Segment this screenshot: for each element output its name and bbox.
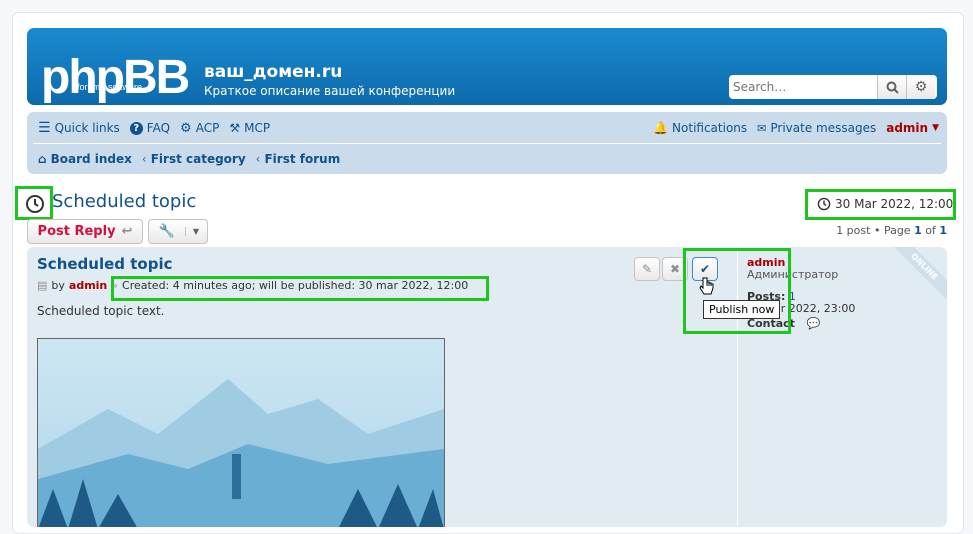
gear-icon: ⚙: [914, 79, 928, 95]
post-text: Scheduled topic text.: [37, 304, 165, 318]
site-description: Краткое описание вашей конференции: [204, 84, 456, 98]
gavel-icon: ⚒: [229, 121, 241, 135]
breadcrumb: ⌂ Board index ‹ First category ‹ First foru…: [38, 148, 947, 170]
hand-cursor-icon: [699, 277, 714, 295]
hamburger-icon: ☰: [38, 120, 51, 136]
post-reply-button[interactable]: Post Reply ↩: [27, 219, 143, 244]
logo-subtitle: forum software: [77, 82, 143, 92]
bell-icon: 🔔: [653, 121, 669, 135]
publish-now-tooltip: Publish now: [703, 300, 781, 319]
caret-down-icon: ▼: [185, 227, 206, 236]
pagination: 1 post • Page 1 of 1: [836, 224, 947, 237]
breadcrumb-forum[interactable]: ‹ First forum: [256, 152, 341, 166]
home-icon: ⌂: [38, 152, 47, 166]
reply-icon: ↩: [121, 224, 133, 239]
quick-links-menu[interactable]: ☰ Quick links: [38, 120, 120, 136]
close-icon: ✖: [669, 262, 681, 276]
nav-user-links: 🔔 Notifications ✉ Private messages admin ▼: [653, 117, 939, 139]
notifications-link[interactable]: 🔔 Notifications: [653, 121, 747, 135]
faq-link[interactable]: ? FAQ: [129, 121, 170, 135]
topic-title[interactable]: Scheduled topic: [52, 191, 196, 212]
site-header: phpBB forum software ваш_домен.ru Краткое…: [27, 28, 947, 105]
private-messages-link[interactable]: ✉ Private messages: [757, 121, 876, 135]
advanced-search-button[interactable]: ⚙: [906, 75, 935, 99]
mcp-link[interactable]: ⚒ MCP: [229, 121, 270, 135]
speech-bubble-icon[interactable]: 💬: [807, 317, 821, 330]
phpbb-logo[interactable]: phpBB: [41, 54, 190, 102]
navbar: ☰ Quick links ? FAQ ⚙ ACP ⚒ MCP 🔔 Notificatio…: [27, 112, 947, 174]
post-author[interactable]: admin: [69, 279, 107, 292]
edit-button[interactable]: ✎: [634, 257, 660, 281]
online-ribbon: ONLINE: [883, 247, 947, 308]
search-icon: [886, 81, 899, 94]
landscape-image: [37, 338, 445, 527]
clock-icon: [26, 195, 44, 213]
wrench-icon: 🔧: [158, 224, 176, 239]
inbox-icon: ✉: [757, 121, 767, 135]
file-icon: ▤: [37, 279, 48, 292]
pencil-icon: ✎: [641, 262, 653, 276]
breadcrumb-category[interactable]: ‹ First category: [142, 152, 246, 166]
question-icon: ?: [129, 121, 143, 135]
search-input[interactable]: [729, 75, 877, 99]
caret-down-icon: ▼: [932, 123, 939, 133]
search-box: ⚙: [729, 75, 937, 99]
user-menu[interactable]: admin ▼: [886, 121, 939, 135]
scheduled-date: 30 Mar 2022, 12:00: [817, 197, 953, 211]
search-button[interactable]: [877, 75, 906, 99]
highlight-box-created-info: [111, 276, 489, 301]
clock-icon: [817, 197, 831, 211]
acp-link[interactable]: ⚙ ACP: [180, 121, 219, 136]
breadcrumb-board-index[interactable]: ⌂ Board index: [38, 152, 132, 166]
nav-divider: [33, 143, 941, 144]
post-title[interactable]: Scheduled topic: [37, 255, 172, 273]
gears-icon: ⚙: [180, 120, 192, 136]
topic-tools-button[interactable]: 🔧 ▼: [148, 219, 208, 244]
site-title[interactable]: ваш_домен.ru: [204, 62, 342, 82]
